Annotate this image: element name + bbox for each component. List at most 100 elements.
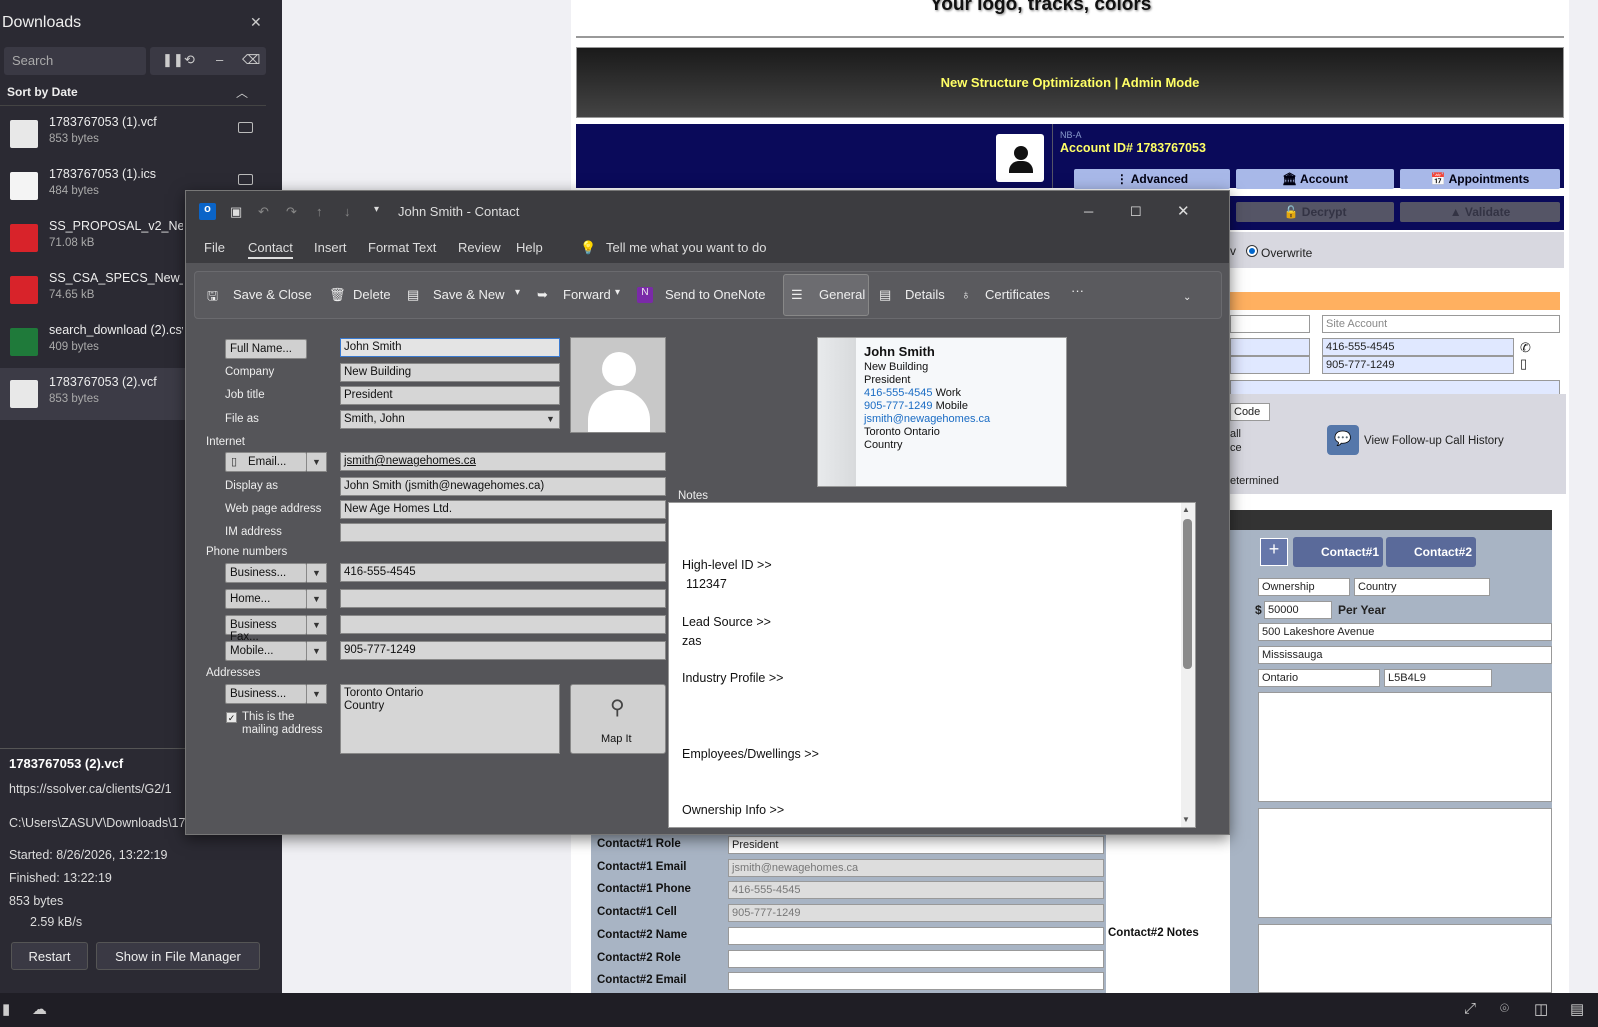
delete-button[interactable]: Delete: [353, 287, 391, 302]
mobile-phone-button[interactable]: Mobile...: [225, 641, 307, 661]
web-field[interactable]: [1230, 315, 1310, 333]
row-field[interactable]: [728, 972, 1104, 991]
email-button[interactable]: Email...: [225, 452, 307, 472]
map-it-button[interactable]: ⚲ Map It: [570, 684, 666, 754]
chevron-down-icon[interactable]: ▾: [515, 287, 520, 298]
menu-help[interactable]: Help: [516, 240, 543, 255]
notes-editor[interactable]: High-level ID >> 112347 Lead Source >> z…: [668, 502, 1196, 828]
account-button[interactable]: 🏛 Account: [1236, 169, 1394, 189]
chevron-down-icon[interactable]: ▼: [307, 452, 327, 472]
followup-link[interactable]: View Follow-up Call History: [1364, 435, 1504, 447]
up-arrow-icon[interactable]: ↑: [316, 204, 323, 219]
file-as-select[interactable]: Smith, John: [340, 410, 560, 429]
pause-icon[interactable]: ❚❚: [162, 52, 184, 68]
row-field[interactable]: [728, 926, 1104, 945]
company-field[interactable]: New Building: [340, 363, 560, 382]
scroll-up-icon[interactable]: ▲: [1182, 505, 1190, 514]
show-in-file-manager-button[interactable]: Show in File Manager: [96, 942, 260, 970]
chevron-down-icon[interactable]: ▼: [307, 641, 327, 661]
appointments-button[interactable]: 📅 Appointments: [1400, 169, 1560, 189]
send-to-onenote-button[interactable]: Send to OneNote: [665, 287, 765, 302]
row-field[interactable]: [728, 949, 1104, 968]
code-select[interactable]: Code: [1230, 403, 1270, 421]
undo-icon[interactable]: ↶: [258, 204, 269, 220]
chat-icon[interactable]: 💬: [1327, 425, 1359, 455]
email-field[interactable]: jsmith@newagehomes.ca: [340, 452, 666, 471]
chevron-down-icon[interactable]: ▼: [307, 563, 327, 583]
contact2-button[interactable]: Contact#2: [1386, 537, 1476, 567]
redo-icon[interactable]: ↷: [286, 204, 297, 220]
address-field[interactable]: Toronto Ontario Country: [340, 684, 560, 754]
menu-file[interactable]: File: [204, 240, 225, 255]
save-close-button[interactable]: Save & Close: [233, 287, 312, 302]
business-address-button[interactable]: Business...: [225, 684, 307, 704]
row-field[interactable]: 416-555-4545: [728, 881, 1104, 900]
country-select[interactable]: Country: [1354, 578, 1490, 596]
cell-field[interactable]: 905-777-1249: [1322, 356, 1514, 374]
business-fax-button[interactable]: Business Fax...: [225, 615, 307, 643]
restart-button[interactable]: Restart: [11, 942, 88, 970]
address-field[interactable]: 500 Lakeshore Avenue: [1258, 623, 1552, 641]
contact2-notes-field[interactable]: [1258, 924, 1552, 993]
decrypt-button[interactable]: 🔓 Decrypt: [1236, 202, 1394, 222]
scrollbar-thumb[interactable]: [1183, 519, 1192, 669]
validate-button[interactable]: ▲ Validate: [1400, 202, 1560, 222]
chevron-down-icon[interactable]: ▾: [615, 287, 620, 298]
business-fax-field[interactable]: [340, 615, 666, 634]
chevron-down-icon[interactable]: ▼: [307, 684, 327, 704]
download-item[interactable]: 1783767053 (1).vcf 853 bytes: [0, 108, 282, 160]
screenshot-icon[interactable]: ⌾: [1500, 1000, 1509, 1017]
cloud-icon[interactable]: ☁: [32, 1000, 47, 1018]
minimize-icon[interactable]: ─: [1084, 204, 1093, 219]
mobile-phone-field[interactable]: 905-777-1249: [340, 641, 666, 660]
textarea[interactable]: [1258, 808, 1552, 918]
row-field[interactable]: jsmith@newagehomes.ca: [728, 858, 1104, 877]
save-new-button[interactable]: Save & New: [433, 287, 505, 302]
close-icon[interactable]: ✕: [1177, 202, 1190, 220]
details-button[interactable]: Details: [905, 287, 945, 302]
postal-field[interactable]: L5B4L9: [1384, 669, 1492, 687]
im-address-field[interactable]: [340, 523, 666, 542]
site-account-field[interactable]: Site Account: [1322, 315, 1560, 333]
chevron-down-icon[interactable]: ▼: [546, 414, 555, 424]
web-field[interactable]: [1230, 356, 1310, 374]
clear-icon[interactable]: ⌫: [242, 52, 260, 68]
business-phone-field[interactable]: 416-555-4545: [340, 563, 666, 582]
sort-header[interactable]: Sort by Date ︿: [0, 80, 266, 106]
menu-insert[interactable]: Insert: [314, 240, 347, 255]
folder-icon[interactable]: [238, 174, 253, 185]
city-field[interactable]: Mississauga: [1258, 646, 1552, 664]
close-icon[interactable]: ✕: [250, 14, 262, 31]
forward-button[interactable]: Forward: [563, 287, 611, 302]
business-phone-button[interactable]: Business...: [225, 563, 307, 583]
menu-contact[interactable]: Contact: [248, 240, 293, 259]
business-card[interactable]: John Smith New Building President 416-55…: [817, 337, 1067, 487]
row-field[interactable]: President: [728, 836, 1104, 854]
split-icon[interactable]: ◫: [1534, 1000, 1548, 1018]
chevron-down-icon[interactable]: ▼: [307, 589, 327, 609]
downloads-search-input[interactable]: Search: [4, 47, 146, 75]
general-button[interactable]: General: [819, 287, 865, 302]
menu-format-text[interactable]: Format Text: [368, 240, 436, 255]
ownership-select[interactable]: Ownership: [1258, 578, 1350, 596]
menu-review[interactable]: Review: [458, 240, 501, 255]
minus-icon[interactable]: –: [216, 52, 223, 67]
expand-icon[interactable]: ⤢: [1464, 1000, 1476, 1017]
history-icon[interactable]: ⟲: [184, 52, 195, 68]
maximize-icon[interactable]: ☐: [1130, 204, 1142, 220]
income-field[interactable]: 50000: [1264, 601, 1332, 619]
mailing-address-checkbox[interactable]: ✓: [226, 712, 237, 723]
province-select[interactable]: Ontario: [1258, 669, 1380, 687]
job-title-field[interactable]: President: [340, 386, 560, 405]
overwrite-radio[interactable]: [1246, 245, 1258, 257]
down-arrow-icon[interactable]: ↓: [344, 204, 351, 219]
save-icon[interactable]: ▣: [230, 204, 242, 220]
contact-photo[interactable]: [570, 337, 666, 433]
clipboard-icon[interactable]: ▤: [1570, 1000, 1584, 1018]
row-field[interactable]: 905-777-1249: [728, 904, 1104, 923]
display-as-field[interactable]: John Smith (jsmith@newagehomes.ca): [340, 477, 666, 496]
web-field[interactable]: [1230, 338, 1310, 356]
chevron-down-icon[interactable]: ▼: [307, 615, 327, 635]
tell-me-input[interactable]: Tell me what you want to do: [606, 240, 766, 255]
full-name-button[interactable]: Full Name...: [225, 339, 307, 359]
